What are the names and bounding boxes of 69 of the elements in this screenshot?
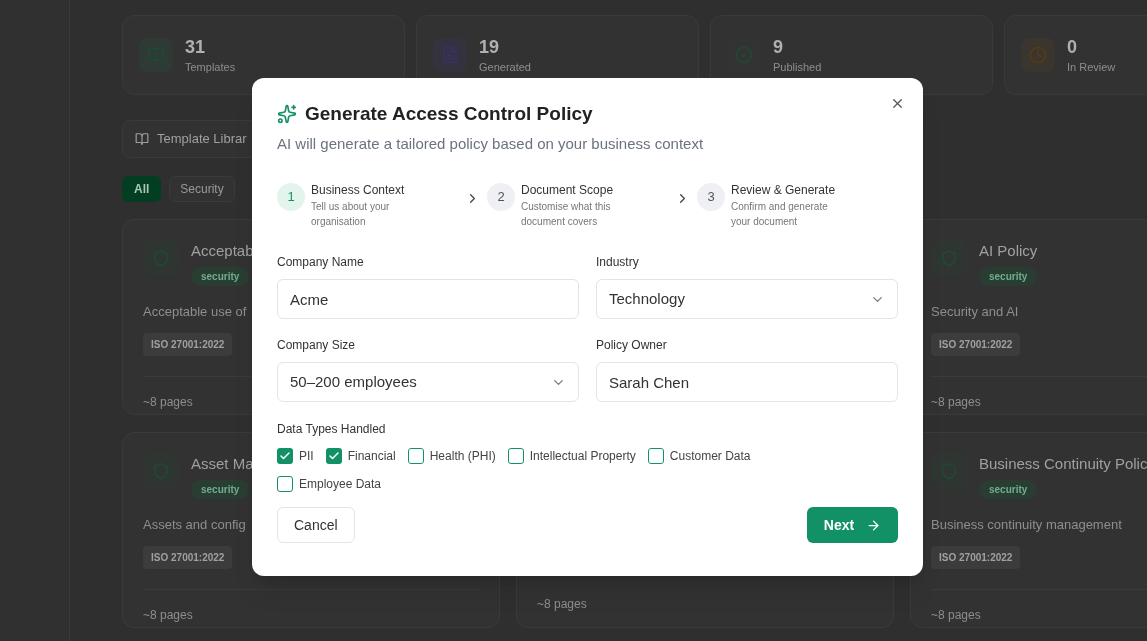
- standard-tag: ISO 27001:2022: [931, 546, 1021, 569]
- select-field[interactable]: 50–200 employees: [277, 362, 579, 402]
- dialog-title: Generate Access Control Policy: [305, 102, 593, 126]
- close-icon[interactable]: [890, 96, 905, 111]
- input-field[interactable]: Sarah Chen: [596, 362, 898, 402]
- document-icon: [433, 38, 467, 72]
- standard-tag: ISO 27001:2022: [143, 546, 233, 569]
- step-title: Document Scope: [521, 182, 615, 199]
- category-tag: security: [191, 479, 250, 499]
- field-label: Industry: [596, 254, 640, 271]
- stat-label: Published: [773, 59, 822, 75]
- data-type-checkbox[interactable]: PII: [277, 447, 314, 465]
- stat-value: 0: [1067, 35, 1078, 59]
- step-number: 3: [697, 183, 725, 211]
- stat-label: Templates: [185, 59, 236, 75]
- template-title: Asset Ma: [191, 454, 254, 474]
- shield-icon: [931, 453, 967, 489]
- step-title: Review & Generate: [731, 182, 837, 199]
- field-label: Policy Owner: [596, 337, 668, 354]
- book-icon: [139, 38, 173, 72]
- next-button[interactable]: Next: [807, 507, 898, 543]
- arrow-right-icon: [866, 517, 882, 533]
- stat-value: 31: [185, 35, 207, 59]
- step-number: 2: [487, 183, 515, 211]
- step-description: Tell us about your organisation: [311, 200, 391, 229]
- field-label: Company Size: [277, 337, 357, 354]
- page-count: ~8 pages: [931, 608, 981, 622]
- template-description: Security and AI: [931, 302, 1019, 321]
- cancel-button[interactable]: Cancel: [277, 507, 355, 543]
- standard-tag: ISO 27001:2022: [143, 333, 233, 356]
- data-type-checkbox[interactable]: Health (PHI): [407, 447, 496, 465]
- step-title: Business Context: [311, 182, 406, 199]
- category-tag: security: [979, 479, 1038, 499]
- template-description: Business continuity management: [931, 515, 1122, 534]
- field-label: Company Name: [277, 254, 365, 271]
- shield-icon: [931, 240, 967, 276]
- stat-label: In Review: [1067, 59, 1116, 75]
- shield-icon: [143, 453, 179, 489]
- data-type-checkbox[interactable]: Customer Data: [647, 447, 751, 465]
- shield-icon: [143, 240, 179, 276]
- standard-tag: ISO 27001:2022: [931, 333, 1021, 356]
- page-count: ~8 pages: [537, 597, 587, 611]
- sparkle-icon: [277, 104, 297, 125]
- stat-value: 19: [479, 35, 501, 59]
- step-number: 1: [277, 183, 305, 211]
- data-type-checkbox[interactable]: Financial: [325, 447, 396, 465]
- template-title: Business Continuity Polic: [979, 454, 1147, 474]
- template-title: Acceptab: [191, 241, 254, 261]
- template-description: Assets and config: [143, 515, 246, 534]
- clock-icon: [1021, 38, 1055, 72]
- step-description: Confirm and generate your document: [731, 200, 829, 229]
- stat-value: 9: [773, 35, 784, 59]
- data-type-checkbox[interactable]: Employee Data: [277, 475, 382, 493]
- page-count: ~8 pages: [143, 395, 193, 409]
- page-count: ~8 pages: [143, 608, 193, 622]
- input-field[interactable]: Acme: [277, 279, 579, 319]
- filter-tab[interactable]: All: [122, 176, 162, 202]
- category-tag: security: [191, 266, 250, 286]
- data-type-checkbox[interactable]: Intellectual Property: [507, 447, 636, 465]
- template-description: Acceptable use of: [143, 302, 247, 321]
- select-field[interactable]: Technology: [596, 279, 898, 319]
- data-types-label: Data Types Handled: [277, 421, 387, 438]
- template-title: AI Policy: [979, 241, 1038, 261]
- book-icon: [135, 132, 149, 146]
- filter-tab[interactable]: Security: [169, 176, 235, 202]
- page-count: ~8 pages: [931, 395, 981, 409]
- category-tag: security: [979, 266, 1038, 286]
- step-description: Customise what this document covers: [521, 200, 612, 229]
- stat-label: Generated: [479, 59, 531, 75]
